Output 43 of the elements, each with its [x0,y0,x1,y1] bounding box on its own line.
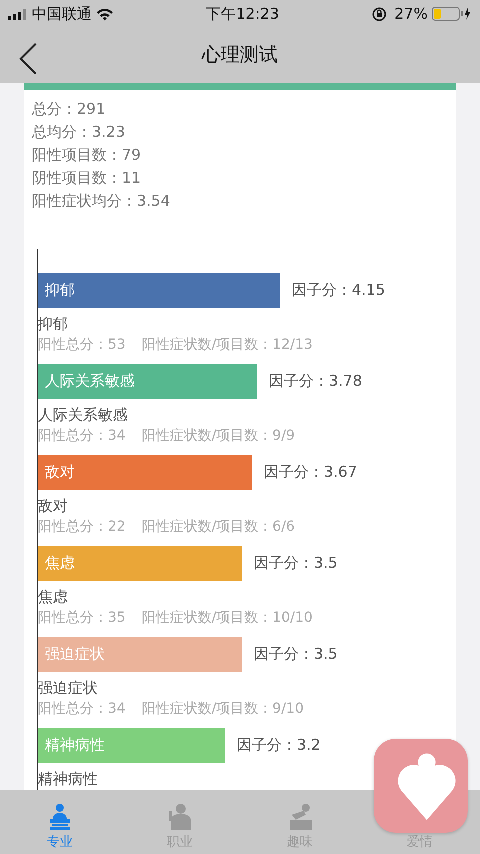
battery-percent: 27% [394,4,428,25]
factor-name: 强迫症状 [45,644,105,665]
positive-total: 阳性总分：34 [38,700,126,719]
summary-text: 阳性项目数：79 [32,145,142,166]
symptom-ratio: 阳性症状数/项目数：10/10 [142,609,313,628]
factor-score: 因子分：3.78 [269,371,362,392]
factor-name: 精神病性 [45,735,105,756]
rotation-lock-icon [372,6,387,22]
factor-name: 人际关系敏感 [45,371,135,392]
summary-text: 总均分：3.23 [32,122,126,143]
page-title: 心理测试 [202,43,278,68]
signal-icon [8,8,28,20]
positive-total: 阳性总分：34 [38,427,126,446]
positive-total: 阳性总分：22 [38,518,126,537]
factor-score: 因子分：4.15 [292,280,386,302]
factor-name: 焦虑 [45,553,75,574]
summary-text: 阴性项目数：11 [32,168,142,189]
factor-score: 因子分：3.5 [254,553,338,574]
summary-text: 总分：291 [32,99,107,120]
positive-total: 阳性总分：53 [38,336,126,355]
suit-icon [166,803,194,831]
factor-label: 焦虑 [38,587,69,607]
symptom-ratio: 阳性症状数/项目数：9/9 [142,427,296,446]
positive-total: 阳性总分：35 [38,609,126,628]
factor-score: 因子分：3.67 [264,462,358,484]
tab-button[interactable]: 专业 [46,803,74,854]
factor-name: 敌对 [45,462,75,483]
factor-label: 强迫症状 [38,678,99,698]
factor-label: 精神病性 [38,769,99,789]
symptom-ratio: 阳性症状数/项目数：12/13 [142,336,313,355]
factor-label: 抑郁 [38,314,69,334]
status-time: 下午12:23 [205,4,280,25]
factor-name: 抑郁 [45,280,75,301]
carrier-name: 中国联通 [32,4,92,25]
summary-text: 阳性症状均分：3.54 [32,191,172,212]
wifi-icon [96,8,114,20]
factor-label: 敌对 [38,496,69,516]
factor-score: 因子分：3.5 [254,644,338,666]
factor-score: 因子分：3.2 [237,735,321,756]
battery-icon [432,7,472,21]
symptom-ratio: 阳性症状数/项目数：9/10 [142,700,304,719]
symptom-ratio: 阳性症状数/项目数：6/6 [142,518,296,537]
factor-label: 人际关系敏感 [38,405,129,425]
